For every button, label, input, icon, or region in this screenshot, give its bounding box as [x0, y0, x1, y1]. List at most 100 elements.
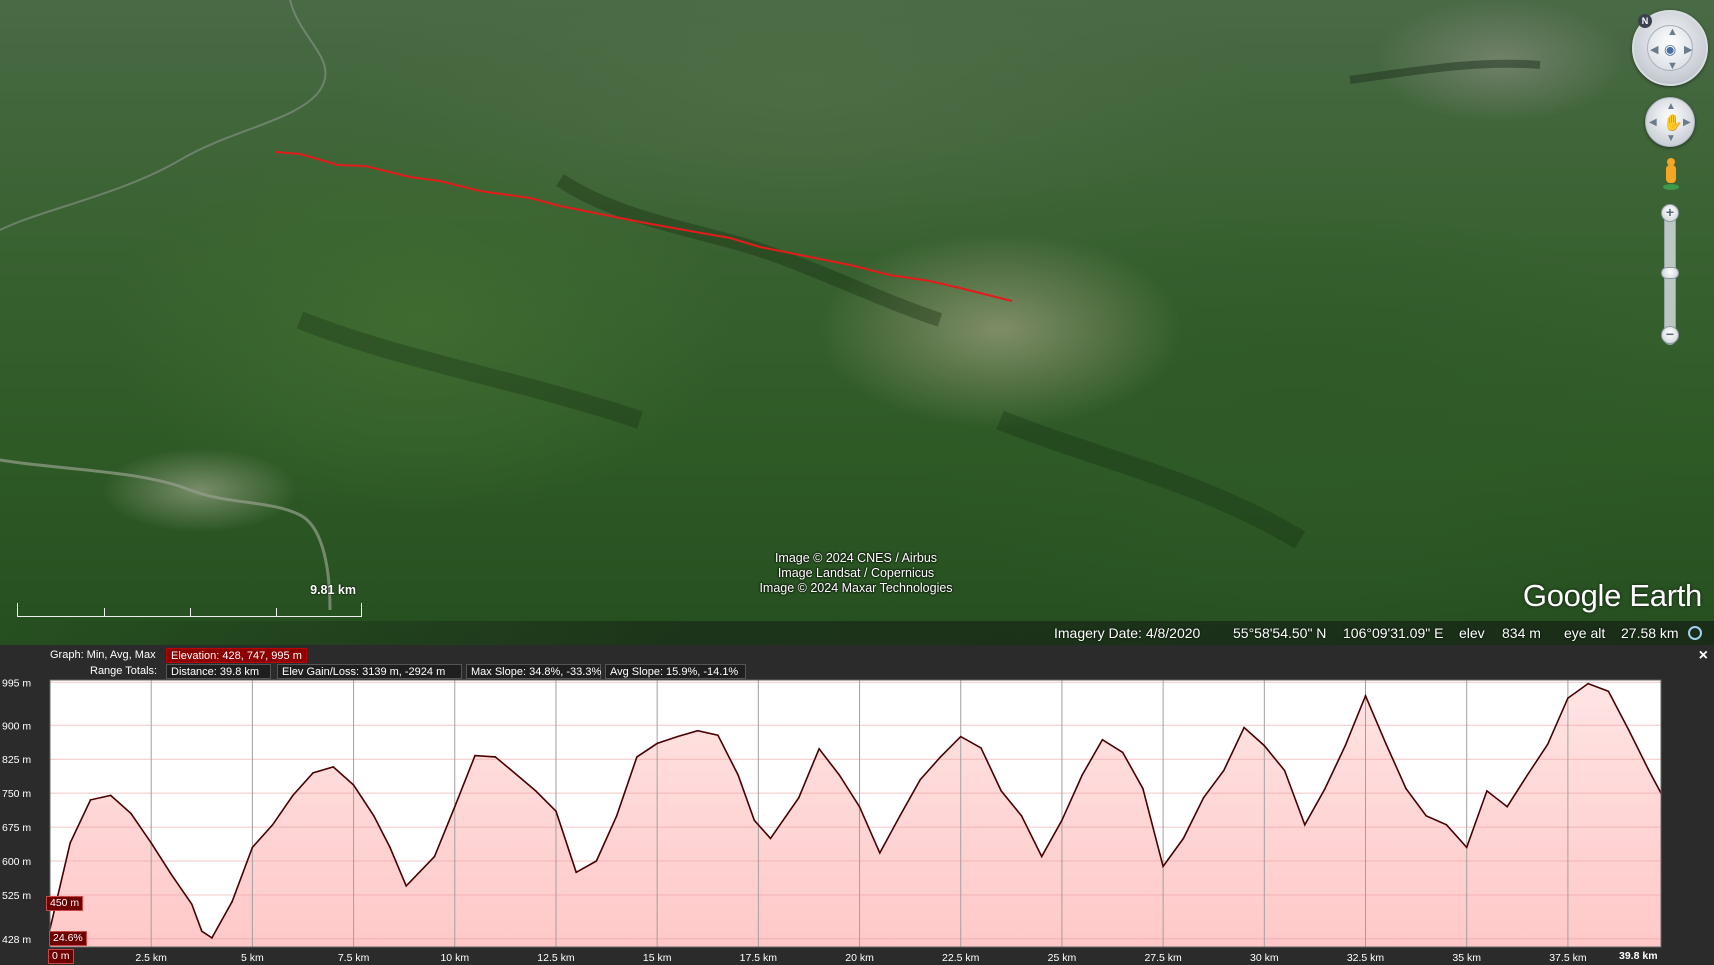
look-down-arrow-icon[interactable]: ▼: [1667, 60, 1678, 72]
cursor-elevation-badge: 450 m: [46, 896, 84, 911]
elevation-point: [595, 860, 598, 862]
elevation-point: [676, 735, 679, 738]
cursor-slope-badge: 24.6%: [49, 931, 87, 946]
elevation-point: [1506, 805, 1508, 808]
max-slope: Max Slope: 34.8%, -33.3%: [466, 664, 601, 679]
elevation-point: [190, 903, 193, 905]
elevation-point: [838, 774, 841, 776]
elevation-point: [555, 810, 557, 812]
scale-legend: 9.81 km: [17, 583, 362, 619]
street-view-pegman-icon[interactable]: [1663, 158, 1679, 192]
avg-slope: Avg Slope: 15.9%, -14.1%: [605, 664, 746, 679]
elevation-point: [959, 735, 962, 738]
y-tick-label: 525 m: [2, 890, 31, 902]
x-tick-label: 15 km: [643, 952, 672, 964]
elevation-point: [474, 754, 476, 757]
elevation-point: [656, 742, 658, 745]
graph-info-row: Graph: Min, Avg, Max Elevation: 428, 747…: [50, 648, 307, 663]
elevation-chart[interactable]: 428 m 525 m 600 m 675 m 750 m 825 m 900 m 995 m…: [0, 645, 1714, 965]
elevation-point: [1627, 729, 1630, 731]
elevation-point: [575, 871, 577, 874]
x-tick-label: 22.5 km: [942, 952, 980, 964]
elevation-point: [737, 774, 739, 776]
x-tick-label: 27.5 km: [1144, 952, 1182, 964]
x-tick-label: 25 km: [1048, 952, 1077, 964]
elevation-point: [1142, 787, 1144, 790]
y-tick-label: 750 m: [2, 788, 31, 800]
elevation-point: [879, 852, 881, 854]
move-up-arrow-icon[interactable]: ▲: [1666, 101, 1676, 112]
elevation-chart-svg[interactable]: 428 m 525 m 600 m 675 m 750 m 825 m 900 m 995 m…: [0, 645, 1714, 965]
elevation-point: [170, 873, 173, 876]
elevation-point: [150, 842, 152, 844]
elevation-point: [130, 812, 132, 815]
y-tick-label: 900 m: [2, 720, 31, 732]
elevation-point: [1607, 690, 1610, 693]
elevation-point: [1263, 744, 1266, 747]
elevation-point: [332, 766, 335, 768]
attribution-line: Image © 2024 CNES / Airbus: [774, 551, 938, 565]
y-tick-label: 995 m: [2, 677, 31, 689]
elevation-point: [1526, 774, 1529, 776]
elevation-point: [899, 815, 901, 817]
elevation-point: [1121, 751, 1124, 754]
elevation-point: [405, 885, 408, 887]
x-tick-label: 5 km: [241, 952, 264, 964]
elevation-point: [919, 778, 922, 781]
zoom-out-button[interactable]: −: [1661, 326, 1679, 344]
elevation-point: [1000, 790, 1002, 792]
elevation-point: [201, 930, 203, 932]
google-earth-window: Image © 2024 CNES / Airbus Image Landsat…: [0, 0, 1714, 965]
elev-gain-loss: Elev Gain/Loss: 3139 m, -2924 m: [277, 664, 462, 679]
pegman-head: [1667, 158, 1675, 166]
elevation-point: [389, 846, 391, 849]
elevation-point: [373, 815, 375, 817]
elevation-point: [89, 799, 92, 801]
eye-icon: ◉: [1664, 41, 1677, 57]
elevation-point: [251, 846, 254, 849]
look-right-arrow-icon[interactable]: ▶: [1684, 43, 1692, 56]
elevation-value: 834 m: [1502, 625, 1541, 641]
google-earth-logo: Google Earth: [1522, 578, 1702, 613]
elevation-point: [818, 748, 820, 750]
x-tick-label: 20 km: [845, 952, 874, 964]
elevation-point: [1162, 865, 1164, 868]
compass-north-icon[interactable]: N: [1638, 14, 1652, 28]
elevation-point: [636, 756, 638, 758]
eye-alt-value: 27.58 km: [1621, 625, 1679, 641]
move-left-arrow-icon[interactable]: ◀: [1649, 117, 1657, 128]
elevation-point: [1425, 815, 1427, 817]
loading-globe-icon: [1688, 626, 1702, 640]
elevation-point: [454, 805, 456, 808]
y-tick-label: 600 m: [2, 856, 31, 868]
map-viewport[interactable]: Image © 2024 CNES / Airbus Image Landsat…: [0, 0, 1714, 645]
elevation-point: [1344, 744, 1347, 747]
elevation-point: [717, 734, 719, 736]
zoom-slider-thumb[interactable]: [1661, 267, 1679, 279]
elevation-point: [433, 855, 436, 858]
move-down-arrow-icon[interactable]: ▼: [1666, 133, 1676, 144]
elevation-point: [1243, 726, 1245, 729]
elevation-point: [1324, 787, 1326, 790]
elevation-point: [939, 756, 942, 758]
zoom-in-button[interactable]: +: [1661, 204, 1679, 222]
x-tick-label: 12.5 km: [537, 952, 575, 964]
elevation-point: [1020, 815, 1023, 817]
latitude: 55°58'54.50" N: [1233, 625, 1327, 641]
elevation-point: [1405, 787, 1407, 790]
look-up-arrow-icon[interactable]: ▲: [1667, 26, 1678, 38]
elevation-point: [1304, 824, 1306, 826]
end-distance-label: 39.8 km: [1615, 949, 1662, 964]
look-left-arrow-icon[interactable]: ◀: [1650, 43, 1658, 56]
elevation-point: [1567, 697, 1569, 699]
move-right-arrow-icon[interactable]: ▶: [1683, 117, 1691, 128]
terrain-imagery: [0, 0, 1541, 611]
close-profile-button[interactable]: ×: [1699, 647, 1708, 665]
status-bar: Imagery Date: 4/8/2020 55°58'54.50" N 10…: [0, 621, 1714, 645]
y-tick-label: 675 m: [2, 822, 31, 834]
pegman-body: [1666, 165, 1676, 183]
move-joystick[interactable]: ▲ ▼ ◀ ▶ ✋: [1645, 97, 1695, 147]
scale-bar: [17, 603, 362, 617]
pegman-base: [1663, 184, 1679, 190]
measured-path: [275, 151, 1013, 302]
